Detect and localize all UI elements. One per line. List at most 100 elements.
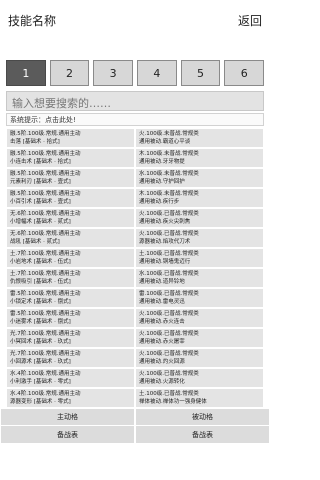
skill-line1: 水.100级.已普战.常规类 [139,271,199,277]
skill-cell-active[interactable]: 水.4阶.100级.常规.通用主动 源器变形 [基础术 · 零式] [6,388,135,408]
page-title: 技能名称 [8,14,57,28]
skill-line2: 通用被动.火源转化 [139,379,185,385]
skill-line1: 火.100级.已普战.常规类 [139,331,199,337]
skill-cell-active[interactable]: 水.4阶.100级.常规.通用主动 小利激手 [基础术 · 零式] [6,368,135,388]
skill-line1: 无.6阶.100级.常规.通用主动 [10,231,81,237]
skill-line2: 小百引术 [基础术 · 壹式] [10,199,71,205]
skill-row: 土.7阶.100级.常规.通用主动 小岩地术 [基础术 · 伍式] 土.100级.… [6,248,264,268]
tab-2[interactable]: 2 [49,60,90,86]
skill-cell-passive[interactable]: 火.100级.已普战.常规类 通用被动.赤火屠宰 [135,328,264,348]
skill-cell-passive[interactable]: 土.100级.已普战.常规类禅体被动.禅体功一强身健体 [135,388,264,408]
passive-slot-button[interactable]: 被动格 [136,409,269,427]
skill-cell-passive[interactable]: 火.100级.已普战.常规类 通用被动.灼火回源 [135,348,264,368]
skill-cell-active[interactable]: 土.7阶.100级.常规.通用主动 小岩地术 [基础术 · 伍式] [6,248,135,268]
active-slot-button[interactable]: 主动格 [1,409,134,427]
skill-line2: 通用被动.守护回护 [139,179,185,185]
skill-line2: 通用被动.霸道心平谈 [139,139,191,145]
skill-line2: 禅体被动.禅体功一强身健体 [139,399,207,405]
skill-cell-passive[interactable]: 土.100级.已普战.常规类 通用被动.铜墙鬼迈行 [135,248,264,268]
bottom-bar: 主动格 备战表 被动格 备战表 [0,408,270,444]
skill-line1: 水.4阶.100级.常规.通用主动 [10,391,81,397]
skill-cell-passive[interactable]: 火.100级.未普战.常规类 通用被动.霸道心平谈 [135,128,264,148]
skill-line1: 光.7阶.100级.常规.通用主动 [10,351,81,357]
skill-line1: 土.100级.已普战.常规类 [139,391,199,397]
skill-row: 无.6阶.100级.常规.通用主动 战吼 [基础术 · 贰式] 火.100级.已普… [6,228,264,248]
skill-cell-passive[interactable]: 火.100级.已普战.常规类 通用被动.赤火连击 [135,308,264,328]
skill-row: 无.6阶.100级.常规.通用主动 小增幅术 [基础术 · 贰式] 火.100级.… [6,208,264,228]
skill-line2: 通用被动.赤火屠宰 [139,339,185,345]
skill-line2: 小利激手 [基础术 · 零式] [10,379,71,385]
skill-cell-passive[interactable]: 火.100级.已普战.常规类 源器被动.焰攻代刀术 [135,228,264,248]
header-bar: 技能名称 返回 [0,0,270,40]
skill-cell-passive[interactable]: 水.100级.未普战.常规类 通用被动.守护回护 [135,168,264,188]
skill-row: 水.4阶.100级.常规.通用主动 小利激手 [基础术 · 零式] 火.100级.… [6,368,264,388]
passive-slot-panel: 被动格 备战表 [135,408,270,444]
skill-cell-active[interactable]: 融.5阶.100级.常规.通用主动 元素利刃 [基础术 · 壹式] [6,168,135,188]
skill-line1: 雷.5阶.100级.常规.通用主动 [10,291,81,297]
skill-row: 融.5阶.100级.常规.通用主动 击落 [基础术 · 拾式] 火.100级.未普… [6,128,264,148]
skill-cell-passive[interactable]: 木.100级.未普战.常规类 通用被动.疾行步 [135,188,264,208]
skill-line1: 水.4阶.100级.常规.通用主动 [10,371,81,377]
skill-cell-passive[interactable]: 水.100级.已普战.常规类 通用被动.道异铃地 [135,268,264,288]
skill-line2: 小连击术 [基础术 · 拾式] [10,159,71,165]
skill-cell-active[interactable]: 融.5阶.100级.常规.通用主动 小百引术 [基础术 · 壹式] [6,188,135,208]
skill-cell-passive[interactable]: 木.100级.未普战.常规类 通用被动.牙牙物提 [135,148,264,168]
skill-line1: 雷.100级.已普战.常规类 [139,291,199,297]
skill-line2: 战吼 [基础术 · 贰式] [10,239,60,245]
skill-line2: 小冥回术 [基础术 · 玖式] [10,339,71,345]
skill-cell-passive[interactable]: 火.100级.已普战.常规类 通用被动.火源转化 [135,368,264,388]
skill-line2: 通用被动.疾行步 [139,199,180,205]
skill-cell-active[interactable]: 融.5阶.100级.常规.通用主动 击落 [基础术 · 拾式] [6,128,135,148]
skill-line2: 仇恨吸引 [基础术 · 伍式] [10,279,71,285]
skill-line2: 小迷雾术 [基础术 · 捌式] [10,319,71,325]
skill-line1: 融.5阶.100级.常规.通用主动 [10,151,81,157]
skill-cell-active[interactable]: 融.5阶.100级.常规.通用主动 小连击术 [基础术 · 拾式] [6,148,135,168]
skill-line1: 光.7阶.100级.常规.通用主动 [10,331,81,337]
tab-5[interactable]: 5 [180,60,221,86]
tab-6[interactable]: 6 [224,60,265,86]
skill-line1: 木.100级.未普战.常规类 [139,191,199,197]
skill-line2: 源器变形 [基础术 · 零式] [10,399,71,405]
skill-line1: 水.100级.未普战.常规类 [139,171,199,177]
skill-line1: 火.100级.已普战.常规类 [139,371,199,377]
active-slot-panel: 主动格 备战表 [0,408,135,444]
skill-line1: 融.5阶.100级.常规.通用主动 [10,171,81,177]
skill-cell-active[interactable]: 无.6阶.100级.常规.通用主动 小增幅术 [基础术 · 贰式] [6,208,135,228]
skill-cell-active[interactable]: 土.7阶.100级.常规.通用主动 仇恨吸引 [基础术 · 伍式] [6,268,135,288]
tab-4[interactable]: 4 [137,60,177,86]
skill-line1: 土.100级.已普战.常规类 [139,251,199,257]
skill-cell-active[interactable]: 无.6阶.100级.常规.通用主动 战吼 [基础术 · 贰式] [6,228,135,248]
skill-line2: 通用被动.雷电灵迅 [139,299,185,305]
skill-line2: 小锁定术 [基础术 · 捌式] [10,299,71,305]
back-button[interactable]: 返回 [238,12,262,29]
passive-battle-table-button[interactable]: 备战表 [136,426,269,443]
active-battle-table-button[interactable]: 备战表 [1,426,134,443]
skill-row: 雷.5阶.100级.常规.通用主动 小锁定术 [基础术 · 捌式] 雷.100级.… [6,288,264,308]
skill-line2: 通用被动.牙牙物提 [139,159,185,165]
skill-line1: 火.100级.已普战.常规类 [139,211,199,217]
skill-row: 土.7阶.100级.常规.通用主动 仇恨吸引 [基础术 · 伍式] 水.100级.… [6,268,264,288]
skill-line1: 融.5阶.100级.常规.通用主动 [10,191,81,197]
skill-cell-active[interactable]: 光.7阶.100级.常规.通用主动 小回源术 [基础术 · 玖式] [6,348,135,368]
skill-row: 雷.5阶.100级.常规.通用主动 小迷雾术 [基础术 · 捌式] 火.100级.… [6,308,264,328]
skill-cell-passive[interactable]: 雷.100级.已普战.常规类 通用被动.雷电灵迅 [135,288,264,308]
skill-line2: 小增幅术 [基础术 · 贰式] [10,219,71,225]
skill-cell-active[interactable]: 光.7阶.100级.常规.通用主动 小冥回术 [基础术 · 玖式] [6,328,135,348]
skill-line2: 通用被动.道异铃地 [139,279,185,285]
skill-line1: 雷.5阶.100级.常规.通用主动 [10,311,81,317]
search-input[interactable]: 输入想要搜索的…… [6,91,264,111]
skill-line1: 火.100级.已普战.常规类 [139,311,199,317]
tab-1[interactable]: 1 [6,60,46,86]
tab-3[interactable]: 3 [93,60,134,86]
skill-line2: 通用被动.疾火尖刺焦 [139,219,191,225]
skill-line2: 元素利刃 [基础术 · 壹式] [10,179,71,185]
system-tip[interactable]: 系统提示：点击此处! [6,113,264,126]
skill-line1: 土.7阶.100级.常规.通用主动 [10,251,81,257]
skill-cell-active[interactable]: 雷.5阶.100级.常规.通用主动 小锁定术 [基础术 · 捌式] [6,288,135,308]
skill-line1: 无.6阶.100级.常规.通用主动 [10,211,81,217]
skill-cell-passive[interactable]: 火.100级.已普战.常规类 通用被动.疾火尖刺焦 [135,208,264,228]
skill-line2: 通用被动.灼火回源 [139,359,185,365]
skill-line1: 融.5阶.100级.常规.通用主动 [10,131,81,137]
skill-cell-active[interactable]: 雷.5阶.100级.常规.通用主动 小迷雾术 [基础术 · 捌式] [6,308,135,328]
skill-row: 光.7阶.100级.常规.通用主动 小回源术 [基础术 · 玖式] 火.100级.… [6,348,264,368]
